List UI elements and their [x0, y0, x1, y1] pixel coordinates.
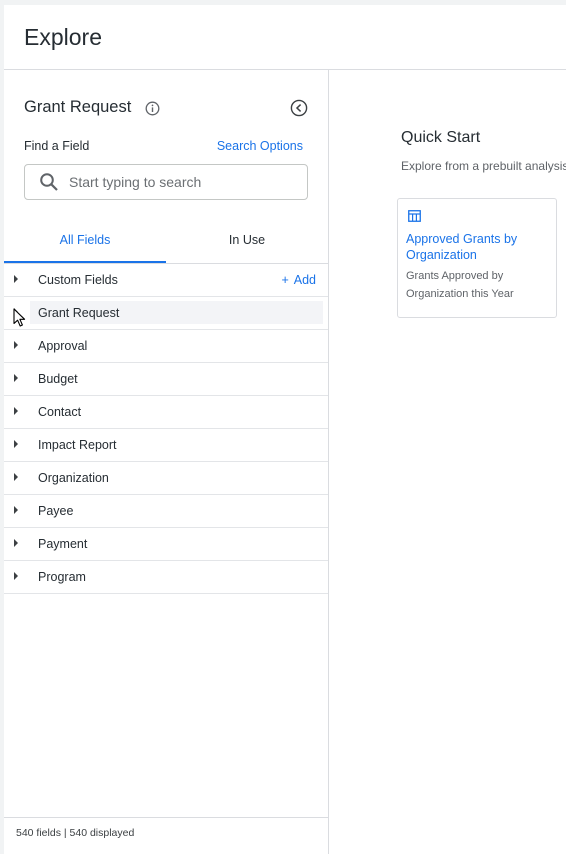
page-title: Explore	[24, 24, 102, 50]
field-group-budget[interactable]: Budget	[4, 363, 328, 396]
expand-caret-icon[interactable]	[14, 506, 18, 514]
field-group-program[interactable]: Program	[4, 561, 328, 594]
expand-caret-icon[interactable]	[14, 275, 18, 283]
add-label: Add	[293, 273, 316, 287]
field-group-grant-request[interactable]: Grant Request	[4, 297, 328, 330]
field-group-label: Custom Fields	[38, 273, 118, 287]
info-icon[interactable]	[145, 101, 160, 121]
field-count: 540 fields | 540 displayed	[16, 827, 135, 839]
expand-caret-icon[interactable]	[14, 473, 18, 481]
sidebar-footer: 540 fields | 540 displayed	[4, 817, 328, 854]
main-content: Quick Start Explore from a prebuilt anal…	[329, 70, 566, 854]
mouse-cursor-icon	[13, 308, 26, 332]
card-title: Approved Grants by Organization	[406, 232, 518, 262]
field-group-custom-fields[interactable]: Custom Fields + Add	[4, 264, 328, 297]
field-group-payee[interactable]: Payee	[4, 495, 328, 528]
field-group-label: Contact	[38, 405, 82, 419]
search-options-link[interactable]: Search Options	[217, 139, 303, 153]
add-custom-field-button[interactable]: + Add	[281, 273, 316, 287]
expand-caret-icon[interactable]	[14, 341, 18, 349]
plus-icon: +	[281, 273, 289, 287]
expand-caret-icon[interactable]	[14, 407, 18, 415]
tab-all-fields[interactable]: All Fields	[4, 221, 166, 263]
field-group-label: Program	[38, 570, 86, 584]
field-search-box[interactable]	[24, 164, 308, 200]
field-group-organization[interactable]: Organization	[4, 462, 328, 495]
expand-caret-icon[interactable]	[14, 539, 18, 547]
field-group-approval[interactable]: Approval	[4, 330, 328, 363]
field-group-label: Impact Report	[38, 438, 117, 452]
quick-start-card[interactable]: Approved Grants by Organization Grants A…	[397, 198, 557, 318]
field-group-label: Payee	[38, 504, 74, 518]
top-bar: Explore	[4, 5, 566, 70]
collapse-panel-icon[interactable]	[290, 99, 308, 122]
field-group-label: Budget	[38, 372, 78, 386]
card-description: Grants Approved by Organization this Yea…	[406, 270, 514, 300]
field-group-label: Approval	[38, 339, 88, 353]
search-icon	[39, 172, 59, 197]
field-group-label: Organization	[38, 471, 109, 485]
field-group-contact[interactable]: Contact	[4, 396, 328, 429]
quick-start-subtitle: Explore from a prebuilt analysis	[401, 159, 566, 173]
expand-caret-icon[interactable]	[14, 374, 18, 382]
table-icon	[408, 209, 421, 227]
field-group-payment[interactable]: Payment	[4, 528, 328, 561]
explore-window: Explore Grant Request Find a Field Searc…	[4, 5, 566, 854]
explore-name: Grant Request	[24, 98, 132, 116]
expand-caret-icon[interactable]	[14, 440, 18, 448]
quick-start-title: Quick Start	[401, 129, 481, 146]
expand-caret-icon[interactable]	[14, 572, 18, 580]
field-picker-sidebar: Grant Request Find a Field Search Option…	[4, 70, 329, 854]
field-tabs: All Fields In Use	[4, 221, 328, 264]
tab-in-use[interactable]: In Use	[166, 221, 328, 261]
search-input[interactable]	[69, 165, 299, 199]
field-group-label: Payment	[38, 537, 88, 551]
field-group-impact-report[interactable]: Impact Report	[4, 429, 328, 462]
field-group-label: Grant Request	[38, 306, 120, 320]
find-field-label: Find a Field	[24, 139, 90, 153]
